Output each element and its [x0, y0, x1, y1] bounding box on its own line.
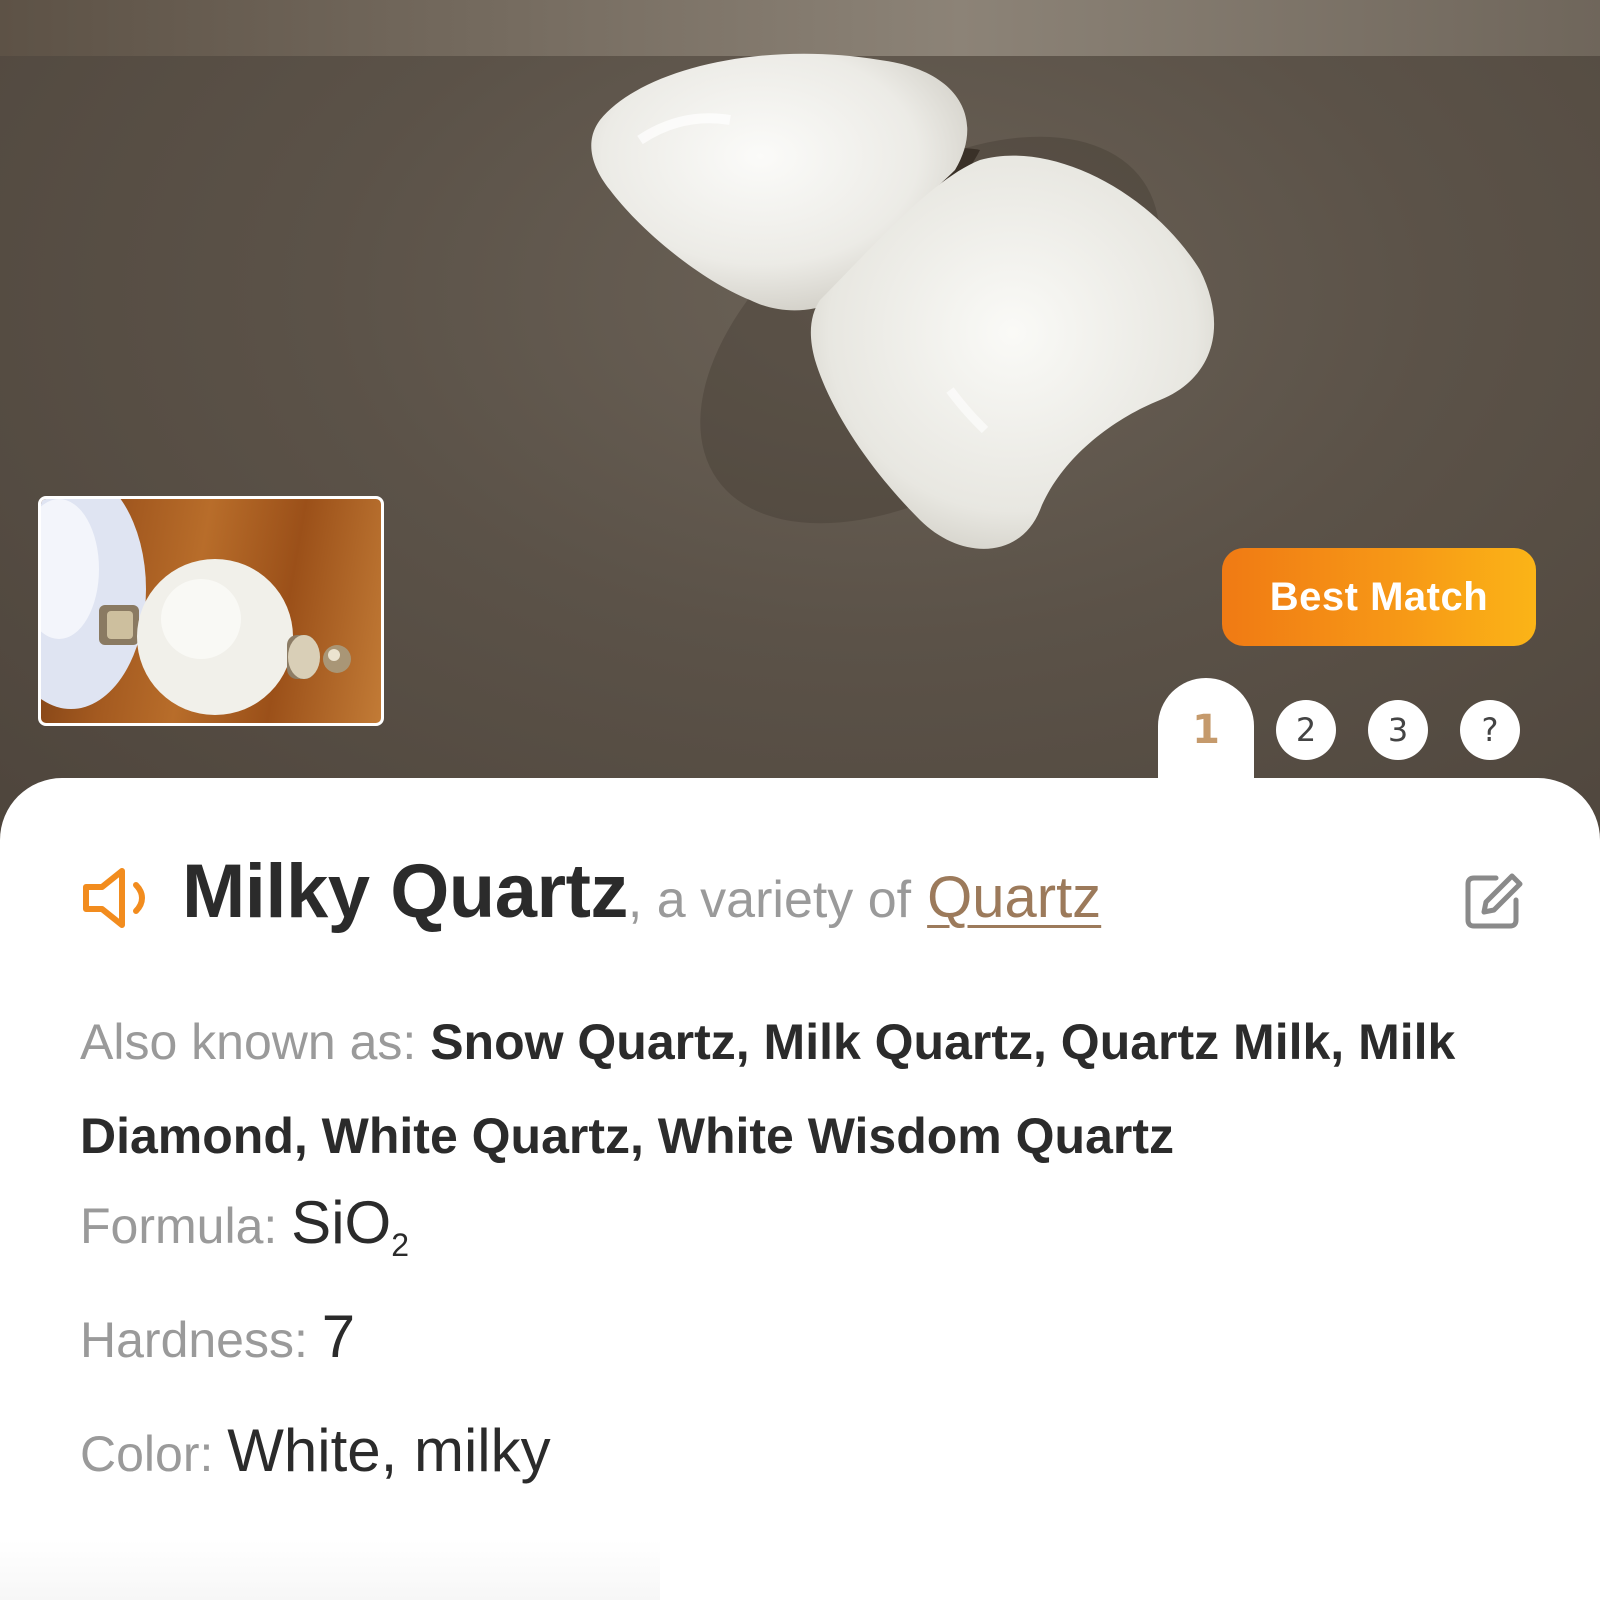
color-row: Color: White, milky — [80, 1416, 1540, 1485]
tab-result-unknown[interactable]: ? — [1460, 700, 1520, 760]
hardness-value: 7 — [321, 1303, 356, 1370]
best-match-badge: Best Match — [1222, 548, 1536, 646]
formula-main: SiO — [291, 1189, 392, 1256]
formula-row: Formula: SiO2 — [80, 1188, 1540, 1264]
formula-value: SiO2 — [291, 1189, 409, 1263]
formula-label: Formula: — [80, 1198, 278, 1254]
thumbnail-image — [41, 499, 351, 715]
result-name: Milky Quartz — [182, 849, 628, 934]
tab-result-3[interactable]: 3 — [1368, 700, 1428, 760]
color-label: Color: — [80, 1426, 214, 1482]
also-known-as-row: Also known as: Snow Quartz, Milk Quartz,… — [80, 995, 1540, 1183]
specimen-photo: Best Match — [0, 0, 1600, 840]
user-photo-thumbnail[interactable] — [38, 496, 384, 726]
result-title-row: Milky Quartz , a variety of Quartz — [80, 848, 1101, 948]
hardness-label: Hardness: — [80, 1312, 308, 1368]
also-known-as-label: Also known as: — [80, 1014, 417, 1070]
speaker-icon[interactable] — [80, 863, 160, 933]
variety-prefix: , a variety of — [627, 871, 912, 929]
hardness-row: Hardness: 7 — [80, 1302, 1540, 1371]
edit-icon[interactable] — [1462, 870, 1524, 932]
formula-subscript: 2 — [391, 1227, 409, 1263]
tab-result-2[interactable]: 2 — [1276, 700, 1336, 760]
variety-link[interactable]: Quartz — [927, 864, 1101, 931]
bottom-fade — [0, 1540, 660, 1600]
tab-result-1[interactable]: 1 — [1172, 698, 1240, 762]
color-value: White, milky — [227, 1417, 551, 1484]
